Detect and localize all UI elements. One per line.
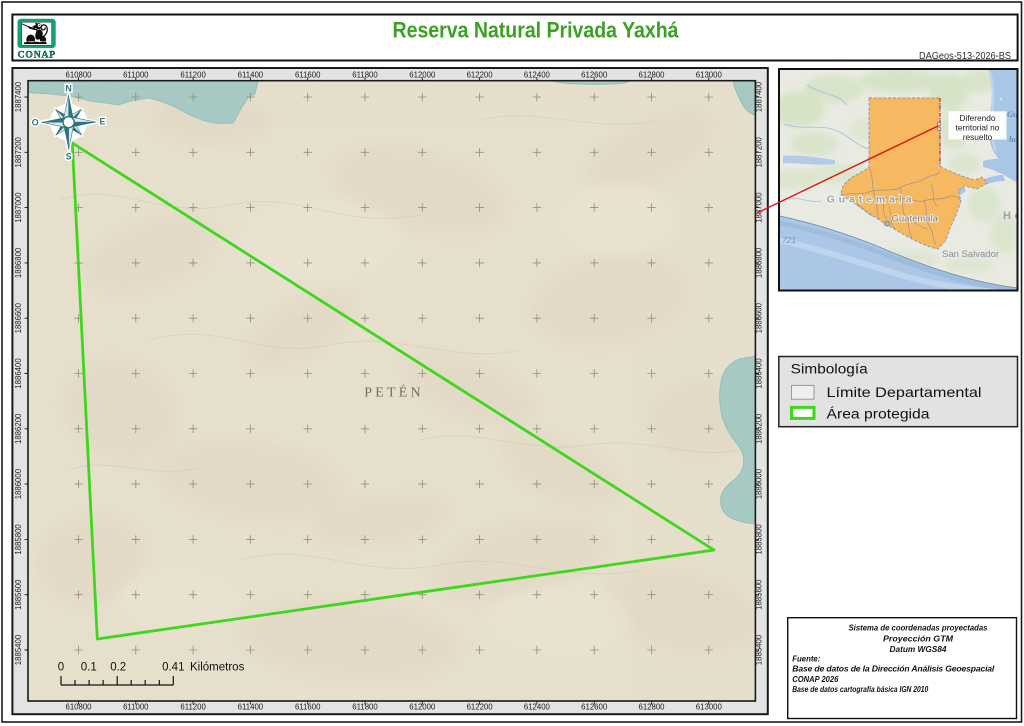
svg-text:Base de datos de la Dirección: Base de datos de la Dirección Análisis G…	[792, 664, 995, 674]
svg-text:Diferendo: Diferendo	[960, 113, 996, 123]
svg-text:1886800: 1886800	[14, 247, 23, 278]
svg-text:Sistema de coordenadas proyect: Sistema de coordenadas proyectadas	[849, 623, 988, 633]
svg-text:DAGeos-513-2026-BS: DAGeos-513-2026-BS	[919, 51, 1011, 62]
svg-text:1885800: 1885800	[14, 524, 23, 555]
svg-text:resuelto: resuelto	[963, 132, 993, 142]
svg-text:1886200: 1886200	[14, 413, 23, 444]
svg-text:0.41: 0.41	[162, 662, 184, 674]
svg-text:0.2: 0.2	[110, 662, 126, 674]
svg-text:Simbología: Simbología	[791, 362, 869, 377]
svg-text:Kilómetros: Kilómetros	[190, 662, 245, 674]
svg-text:Guatemala: Guatemala	[827, 194, 916, 206]
svg-text:Límite Departamental: Límite Departamental	[827, 384, 982, 400]
svg-text:territorial no: territorial no	[956, 123, 1000, 133]
svg-text:1887400: 1887400	[14, 81, 23, 112]
svg-text:1887200: 1887200	[14, 136, 23, 167]
svg-text:Fuente:: Fuente:	[792, 654, 820, 664]
svg-text:Reserva Natural Privada Yaxhá: Reserva Natural Privada Yaxhá	[393, 18, 679, 43]
svg-text:CONAP 2026: CONAP 2026	[792, 674, 838, 684]
svg-text:E: E	[99, 117, 105, 127]
svg-text:1886600: 1886600	[14, 302, 23, 333]
svg-text:721: 721	[782, 235, 796, 245]
svg-text:1885600: 1885600	[14, 579, 23, 610]
svg-text:Área protegida: Área protegida	[827, 406, 930, 422]
svg-text:1885400: 1885400	[14, 634, 23, 665]
svg-text:0: 0	[58, 662, 64, 674]
svg-text:N: N	[65, 84, 71, 94]
svg-text:1886000: 1886000	[14, 468, 23, 499]
svg-text:Guatemala: Guatemala	[892, 214, 939, 225]
svg-text:Proyección GTM: Proyección GTM	[883, 633, 954, 643]
svg-text:PETÉN: PETÉN	[364, 383, 424, 400]
svg-text:S: S	[66, 152, 72, 162]
svg-text:San Salvador: San Salvador	[942, 249, 999, 260]
svg-text:1886400: 1886400	[14, 358, 23, 389]
svg-text:Base de datos cartografía bási: Base de datos cartografía básica IGN 201…	[792, 684, 928, 694]
svg-text:CONAP: CONAP	[18, 49, 56, 60]
svg-text:0.1: 0.1	[81, 662, 97, 674]
svg-text:Gu: Gu	[1007, 109, 1018, 119]
svg-text:1887000: 1887000	[14, 192, 23, 223]
svg-text:Datum WGS84: Datum WGS84	[890, 644, 947, 654]
svg-text:O: O	[32, 118, 39, 128]
